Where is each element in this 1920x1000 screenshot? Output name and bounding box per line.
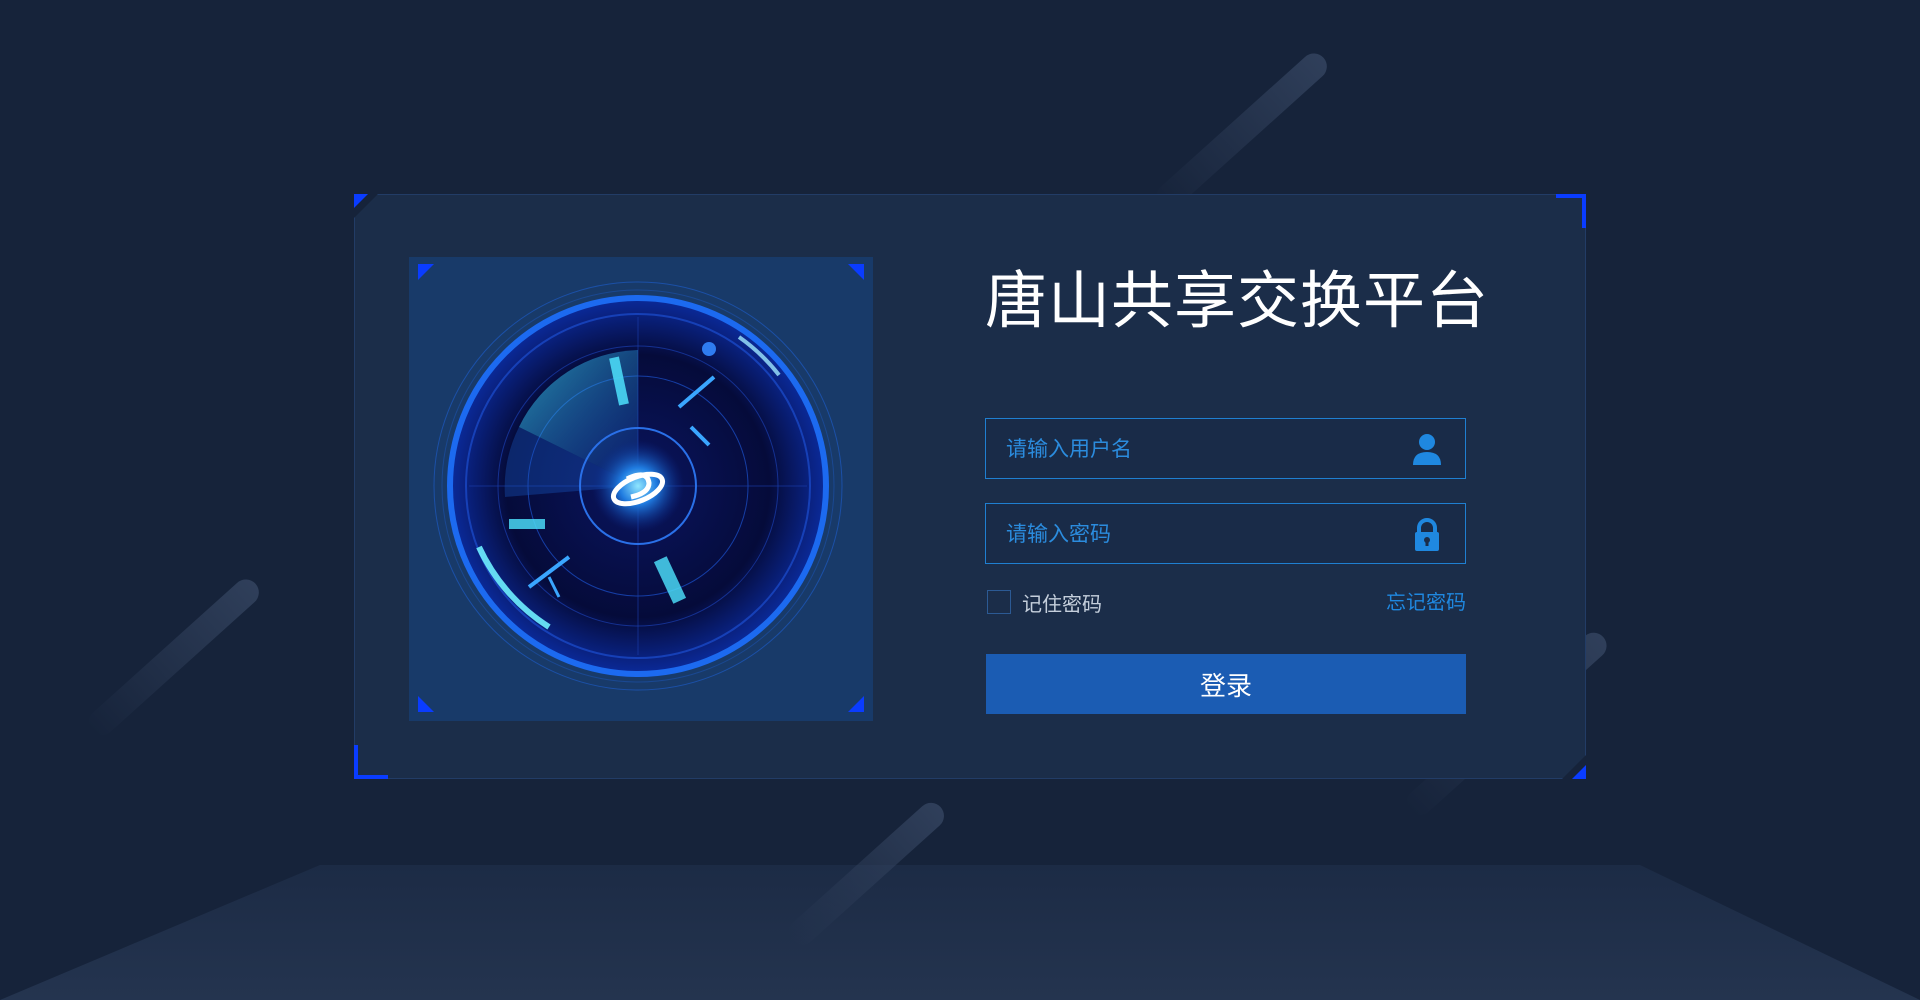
- remember-password-checkbox[interactable]: [987, 590, 1011, 614]
- panel-corner-bottom-right: [848, 696, 864, 712]
- panel-corner-top-right: [848, 264, 864, 280]
- user-icon: [1413, 434, 1441, 465]
- forgot-password-link[interactable]: 忘记密码: [1376, 586, 1466, 615]
- username-input[interactable]: [986, 419, 1406, 478]
- remember-password: 记住密码: [987, 588, 1102, 616]
- card-corner-bottom-right: [1572, 765, 1586, 779]
- card-corner-top-left: [354, 194, 368, 208]
- panel-corner-bottom-left: [418, 696, 434, 712]
- page-title: 唐山共享交换平台: [985, 264, 1490, 337]
- username-field-wrapper: [985, 418, 1466, 479]
- login-button[interactable]: 登录: [986, 654, 1466, 714]
- panel-corner-top-left: [418, 264, 434, 280]
- password-field-wrapper: [985, 503, 1466, 564]
- remember-password-label: 记住密码: [1022, 591, 1102, 616]
- card-corner-top-right: [1552, 194, 1586, 228]
- password-input[interactable]: [986, 504, 1406, 563]
- lock-icon: [1415, 518, 1439, 551]
- illustration-panel: [409, 257, 873, 721]
- card-corner-bottom-left: [354, 745, 388, 779]
- radar-globe-logo-icon: [433, 281, 843, 691]
